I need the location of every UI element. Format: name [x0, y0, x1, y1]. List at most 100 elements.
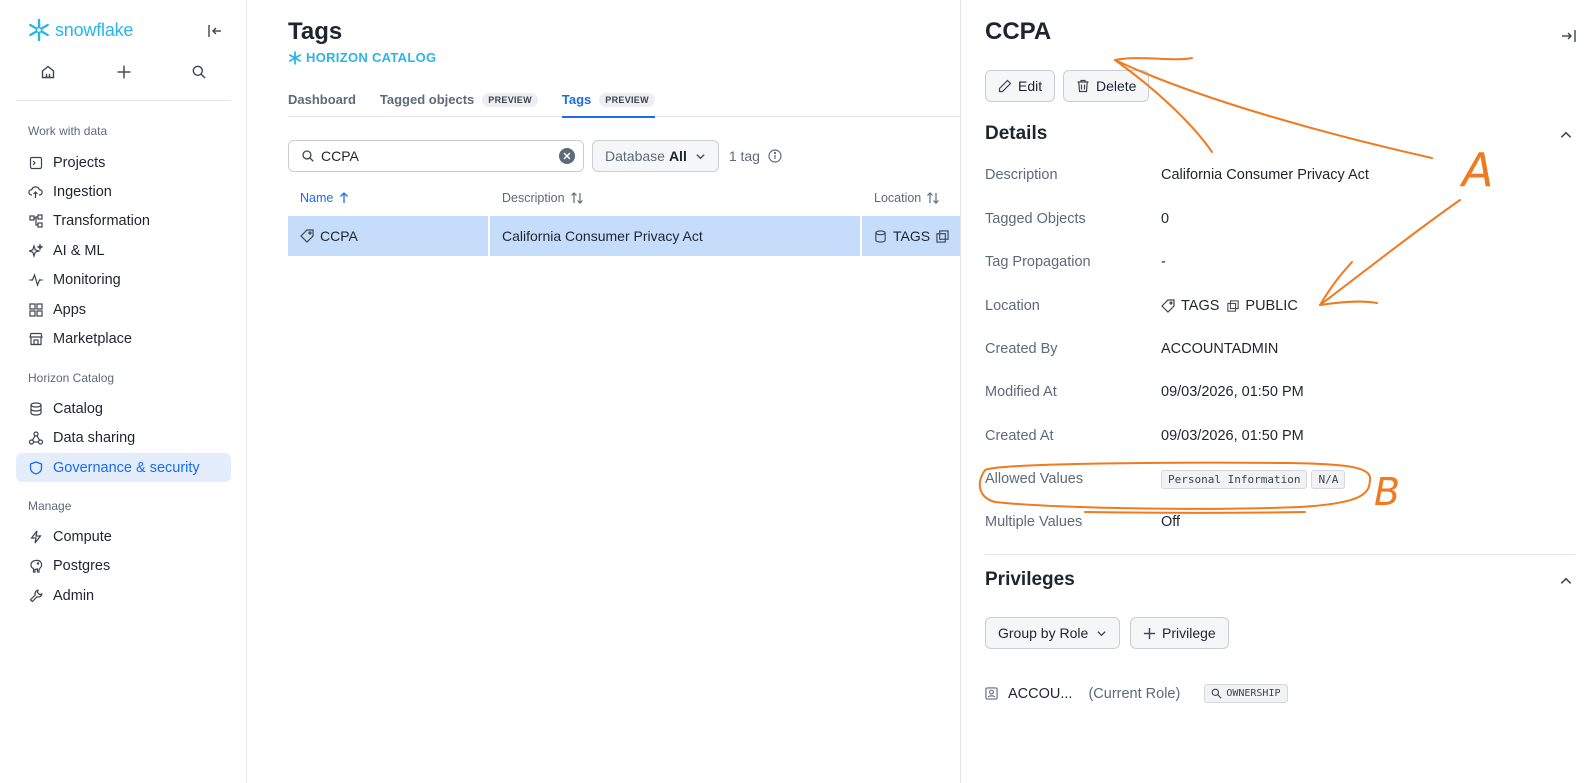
- filter-toolbar: Database All 1 tag: [288, 140, 782, 172]
- tag-icon: [1161, 299, 1175, 313]
- location-database[interactable]: TAGS: [1181, 298, 1219, 314]
- sidebar-item-governance-security[interactable]: Governance & security: [16, 453, 231, 482]
- role-name[interactable]: ACCOU...: [1008, 686, 1072, 702]
- add-privilege-button[interactable]: Privilege: [1130, 617, 1229, 649]
- close-panel-icon[interactable]: [1561, 28, 1577, 44]
- sidebar-item-label: AI & ML: [53, 242, 105, 259]
- detail-label: Location: [985, 298, 1040, 314]
- sidebar-item-label: Postgres: [53, 557, 111, 574]
- tab-tags[interactable]: Tags PREVIEW: [561, 82, 655, 118]
- preview-badge: PREVIEW: [482, 92, 538, 107]
- sidebar-item-postgres[interactable]: Postgres: [16, 551, 231, 580]
- search-input[interactable]: [321, 148, 559, 164]
- flow-icon: [28, 213, 43, 228]
- logo-text: snowflake: [55, 19, 134, 40]
- info-icon[interactable]: [768, 149, 782, 163]
- collapse-privileges-icon[interactable]: [1559, 574, 1573, 588]
- filter-label: Database: [605, 148, 665, 164]
- detail-label: Tag Propagation: [985, 254, 1091, 270]
- role-note: (Current Role): [1088, 685, 1181, 702]
- sidebar-divider: [16, 100, 231, 101]
- horizon-catalog-badge: HORIZON CATALOG: [288, 50, 436, 65]
- pencil-icon: [998, 79, 1012, 93]
- database-filter[interactable]: Database All: [592, 140, 719, 172]
- search-icon: [302, 150, 314, 162]
- sort-icon: [570, 192, 583, 204]
- allowed-values: Personal Information N/A: [1161, 469, 1349, 489]
- sidebar-item-ingestion[interactable]: Ingestion: [16, 177, 231, 206]
- main-content: Tags HORIZON CATALOG Dashboard Tagged ob…: [248, 0, 960, 783]
- plus-icon: [1143, 627, 1156, 639]
- sidebar-item-ai-ml[interactable]: AI & ML: [16, 236, 231, 265]
- section-horizon-catalog: Horizon Catalog: [28, 371, 115, 385]
- column-header-name[interactable]: Name: [288, 191, 490, 205]
- detail-label: Multiple Values: [985, 514, 1083, 530]
- collapse-details-icon[interactable]: [1559, 128, 1573, 142]
- delete-button[interactable]: Delete: [1063, 70, 1150, 102]
- tab-dashboard[interactable]: Dashboard: [288, 82, 356, 117]
- sidebar-item-catalog[interactable]: Catalog: [16, 394, 231, 423]
- home-icon[interactable]: [38, 62, 58, 82]
- sidebar-item-marketplace[interactable]: Marketplace: [16, 324, 231, 353]
- sidebar-item-monitoring[interactable]: Monitoring: [16, 265, 231, 294]
- role-icon: [985, 687, 998, 700]
- sidebar-item-label: Admin: [53, 587, 95, 604]
- trash-icon: [1077, 79, 1089, 93]
- sidebar-item-admin[interactable]: Admin: [16, 581, 231, 610]
- location-schema[interactable]: PUBLIC: [1245, 298, 1297, 314]
- column-header-description[interactable]: Description: [490, 191, 862, 205]
- database-icon: [875, 229, 886, 243]
- sidebar-item-label: Apps: [53, 301, 87, 318]
- sidebar-item-label: Catalog: [53, 400, 103, 417]
- section-divider: [985, 554, 1575, 555]
- add-privilege-label: Privilege: [1162, 625, 1216, 641]
- tab-label: Dashboard: [288, 92, 356, 107]
- plus-icon[interactable]: [114, 62, 134, 82]
- edit-button[interactable]: Edit: [985, 70, 1056, 102]
- privilege-name: OWNERSHIP: [1226, 688, 1281, 699]
- tag-count: 1 tag: [729, 148, 782, 164]
- detail-row-created-by: Created By ACCOUNTADMIN: [985, 338, 1575, 360]
- detail-label: Allowed Values: [985, 471, 1084, 487]
- database-icon: [28, 401, 43, 416]
- sidebar-item-data-sharing[interactable]: Data sharing: [16, 423, 231, 452]
- group-by-label: Group by Role: [998, 625, 1089, 641]
- cell-description: California Consumer Privacy Act: [490, 216, 862, 256]
- schema-icon: [1227, 300, 1240, 312]
- tab-label: Tagged objects: [379, 92, 475, 107]
- detail-row-multiple-values: Multiple Values Off: [985, 511, 1575, 533]
- detail-label: Created At: [985, 428, 1054, 444]
- detail-label: Modified At: [985, 384, 1057, 400]
- sidebar-item-apps[interactable]: Apps: [16, 295, 231, 324]
- clear-search-icon[interactable]: [559, 148, 575, 164]
- collapse-sidebar-icon[interactable]: [206, 22, 224, 40]
- grid-icon: [28, 302, 43, 317]
- cell-name: CCPA: [288, 216, 490, 256]
- tag-name: CCPA: [320, 228, 358, 244]
- column-header-location[interactable]: Location: [862, 191, 960, 205]
- group-by-role-dropdown[interactable]: Group by Role: [985, 617, 1121, 649]
- panel-title: CCPA: [985, 18, 1052, 45]
- section-work-with-data: Work with data: [28, 124, 108, 138]
- cell-location: TAGS: [862, 228, 960, 244]
- details-heading: Details: [985, 123, 1048, 144]
- sidebar-item-label: Compute: [53, 528, 112, 545]
- column-label: Location: [874, 191, 922, 205]
- key-search-icon: [1211, 688, 1222, 699]
- sidebar-item-compute[interactable]: Compute: [16, 522, 231, 551]
- detail-label: Tagged Objects: [985, 211, 1086, 227]
- tab-bar: Dashboard Tagged objects PREVIEW Tags PR…: [288, 82, 960, 118]
- detail-value: 0: [1161, 211, 1170, 227]
- detail-row-location: Location TAGS PUBLIC: [985, 295, 1575, 317]
- location-value: TAGS PUBLIC: [1161, 298, 1298, 314]
- detail-row-modified-at: Modified At 09/03/2026, 01:50 PM: [985, 381, 1575, 403]
- detail-row-tag-propagation: Tag Propagation -: [985, 251, 1575, 273]
- sort-ascending-icon: [340, 192, 349, 203]
- snowflake-logo[interactable]: snowflake: [27, 18, 133, 42]
- sidebar-item-transformation[interactable]: Transformation: [16, 206, 231, 235]
- sidebar-item-projects[interactable]: Projects: [16, 148, 231, 177]
- shield-icon: [28, 460, 43, 475]
- tab-tagged-objects[interactable]: Tagged objects PREVIEW: [380, 82, 538, 117]
- search-icon[interactable]: [189, 62, 209, 82]
- table-row[interactable]: CCPA California Consumer Privacy Act TAG…: [288, 216, 960, 256]
